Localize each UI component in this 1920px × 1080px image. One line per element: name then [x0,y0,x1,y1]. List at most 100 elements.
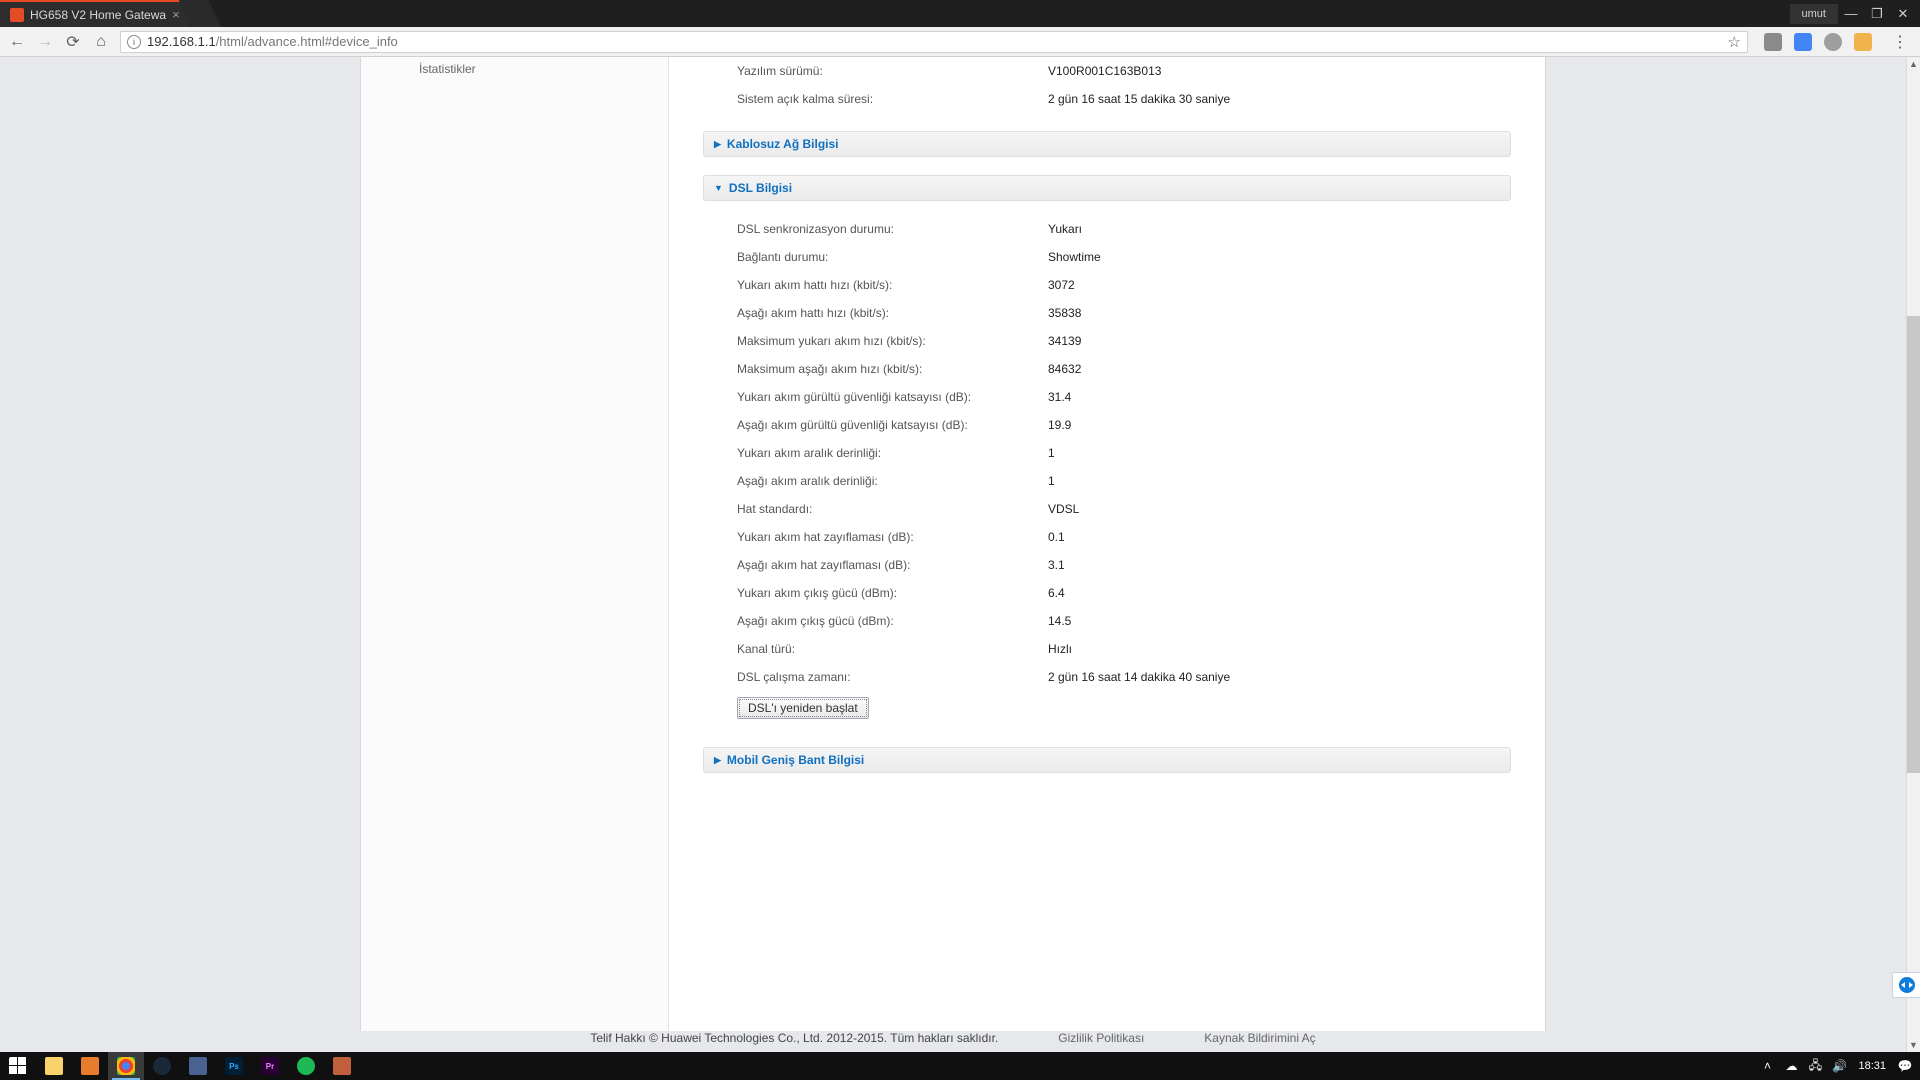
nav-reload-button[interactable]: ⟳ [64,33,82,51]
panel-title-wifi: Kablosuz Ağ Bilgisi [727,137,839,151]
window-maximize-button[interactable]: ❐ [1864,4,1890,24]
extension-shield-icon[interactable] [1764,33,1782,51]
task-app-3[interactable] [324,1052,360,1080]
info-row: Sistem açık kalma süresi:2 gün 16 saat 1… [703,85,1511,113]
tab-favicon [10,8,24,22]
info-label: Yukarı akım hat zayıflaması (dB): [703,530,1048,544]
nav-home-button[interactable]: ⌂ [92,33,110,51]
info-value: 0.1 [1048,530,1511,544]
extension-translate-icon[interactable] [1794,33,1812,51]
sidebar-item-statistics[interactable]: İstatistikler [361,57,668,81]
info-label: Yukarı akım hattı hızı (kbit/s): [703,278,1048,292]
info-row: Aşağı akım aralık derinliği:1 [703,467,1511,495]
info-value: 3.1 [1048,558,1511,572]
panel-header-mobile[interactable]: ▶ Mobil Geniş Bant Bilgisi [703,747,1511,773]
task-steam[interactable] [144,1052,180,1080]
info-label: Kanal türü: [703,642,1048,656]
footer-privacy-link[interactable]: Gizlilik Politikası [1058,1031,1144,1045]
info-value: V100R001C163B013 [1048,64,1511,78]
tray-notifications-icon[interactable]: 💬 [1898,1059,1912,1073]
browser-menu-button[interactable]: ⋮ [1888,32,1912,52]
info-value: 1 [1048,446,1511,460]
scrollbar-vertical[interactable]: ▲ ▼ [1906,57,1920,1052]
panel-header-wifi[interactable]: ▶ Kablosuz Ağ Bilgisi [703,131,1511,157]
footer-osn-link[interactable]: Kaynak Bildirimini Aç [1204,1031,1315,1045]
info-label: Sistem açık kalma süresi: [703,92,1048,106]
scrollbar-up-icon[interactable]: ▲ [1907,57,1920,71]
scrollbar-thumb[interactable] [1907,316,1920,774]
info-row: Yukarı akım gürültü güvenliği katsayısı … [703,383,1511,411]
task-chrome[interactable] [108,1052,144,1080]
panel-title-mobile: Mobil Geniş Bant Bilgisi [727,753,864,767]
tray-volume-icon[interactable]: 🔊 [1832,1059,1846,1073]
footer-copyright: Telif Hakkı © Huawei Technologies Co., L… [590,1031,998,1045]
main-content: Yazılım sürümü:V100R001C163B013Sistem aç… [669,57,1545,803]
task-app-2[interactable] [180,1052,216,1080]
info-value: 84632 [1048,362,1511,376]
info-label: Aşağı akım çıkış gücü (dBm): [703,614,1048,628]
info-row: Maksimum yukarı akım hızı (kbit/s):34139 [703,327,1511,355]
chrome-icon [117,1057,135,1075]
teamviewer-badge[interactable] [1892,972,1920,998]
info-row: Aşağı akım çıkış gücü (dBm):14.5 [703,607,1511,635]
teamviewer-icon [1899,977,1915,993]
info-row: Yazılım sürümü:V100R001C163B013 [703,57,1511,85]
tab-title: HG658 V2 Home Gatewa [30,8,166,22]
info-value: 2 gün 16 saat 14 dakika 40 saniye [1048,670,1511,684]
task-spotify[interactable] [288,1052,324,1080]
info-value: 31.4 [1048,390,1511,404]
info-row: DSL çalışma zamanı:2 gün 16 saat 14 daki… [703,663,1511,691]
address-url: 192.168.1.1/html/advance.html#device_inf… [147,34,1722,49]
tray-network-icon[interactable]: 🖧 [1808,1059,1822,1073]
chevron-down-icon: ▼ [714,183,723,193]
window-minimize-button[interactable]: — [1838,4,1864,24]
info-value: VDSL [1048,502,1511,516]
url-path: /html/advance.html#device_info [216,34,398,49]
extension-generic-icon[interactable] [1824,33,1842,51]
task-premiere[interactable]: Pr [252,1052,288,1080]
premiere-icon: Pr [261,1057,279,1075]
info-label: Hat standardı: [703,502,1048,516]
start-button[interactable] [0,1052,36,1080]
dsl-restart-button[interactable]: DSL'ı yeniden başlat [737,697,869,719]
info-value: 14.5 [1048,614,1511,628]
info-row: Aşağı akım gürültü güvenliği katsayısı (… [703,411,1511,439]
spotify-icon [297,1057,315,1075]
info-row: DSL senkronizasyon durumu:Yukarı [703,215,1511,243]
tray-cloud-icon[interactable]: ☁ [1784,1059,1798,1073]
window-titlebar: HG658 V2 Home Gatewa × umut — ❐ ✕ [0,0,1920,27]
info-value: 6.4 [1048,586,1511,600]
extension-generic-icon-2[interactable] [1854,33,1872,51]
panel-header-dsl[interactable]: ▼ DSL Bilgisi [703,175,1511,201]
bookmark-star-icon[interactable]: ☆ [1728,33,1741,51]
task-photoshop[interactable]: Ps [216,1052,252,1080]
site-info-icon[interactable]: i [127,35,141,49]
info-row: Aşağı akım hat zayıflaması (dB):3.1 [703,551,1511,579]
nav-back-button[interactable]: ← [8,33,26,51]
info-value: 19.9 [1048,418,1511,432]
task-app-1[interactable] [72,1052,108,1080]
info-row: Maksimum aşağı akım hızı (kbit/s):84632 [703,355,1511,383]
scrollbar-down-icon[interactable]: ▼ [1907,1038,1920,1052]
task-explorer[interactable] [36,1052,72,1080]
folder-icon [45,1057,63,1075]
system-tray: ˄ ☁ 🖧 🔊 18:31 💬 [1752,1059,1920,1073]
tray-chevron-up-icon[interactable]: ˄ [1760,1059,1774,1073]
info-value: 2 gün 16 saat 15 dakika 30 saniye [1048,92,1511,106]
taskbar-clock[interactable]: 18:31 [1856,1060,1888,1072]
photoshop-icon: Ps [225,1057,243,1075]
window-close-button[interactable]: ✕ [1890,4,1916,24]
page-footer: Telif Hakkı © Huawei Technologies Co., L… [361,1027,1545,1049]
address-bar[interactable]: i 192.168.1.1/html/advance.html#device_i… [120,31,1748,53]
app-icon [333,1057,351,1075]
info-label: Yazılım sürümü: [703,64,1048,78]
chevron-right-icon: ▶ [714,755,721,766]
window-user-label[interactable]: umut [1790,4,1838,24]
chevron-right-icon: ▶ [714,139,721,150]
sidebar: İstatistikler [361,57,669,1031]
info-row: Yukarı akım çıkış gücü (dBm):6.4 [703,579,1511,607]
nav-forward-button[interactable]: → [36,33,54,51]
browser-tab-active[interactable]: HG658 V2 Home Gatewa × [0,0,190,27]
info-value: 34139 [1048,334,1511,348]
tab-close-icon[interactable]: × [172,7,180,22]
